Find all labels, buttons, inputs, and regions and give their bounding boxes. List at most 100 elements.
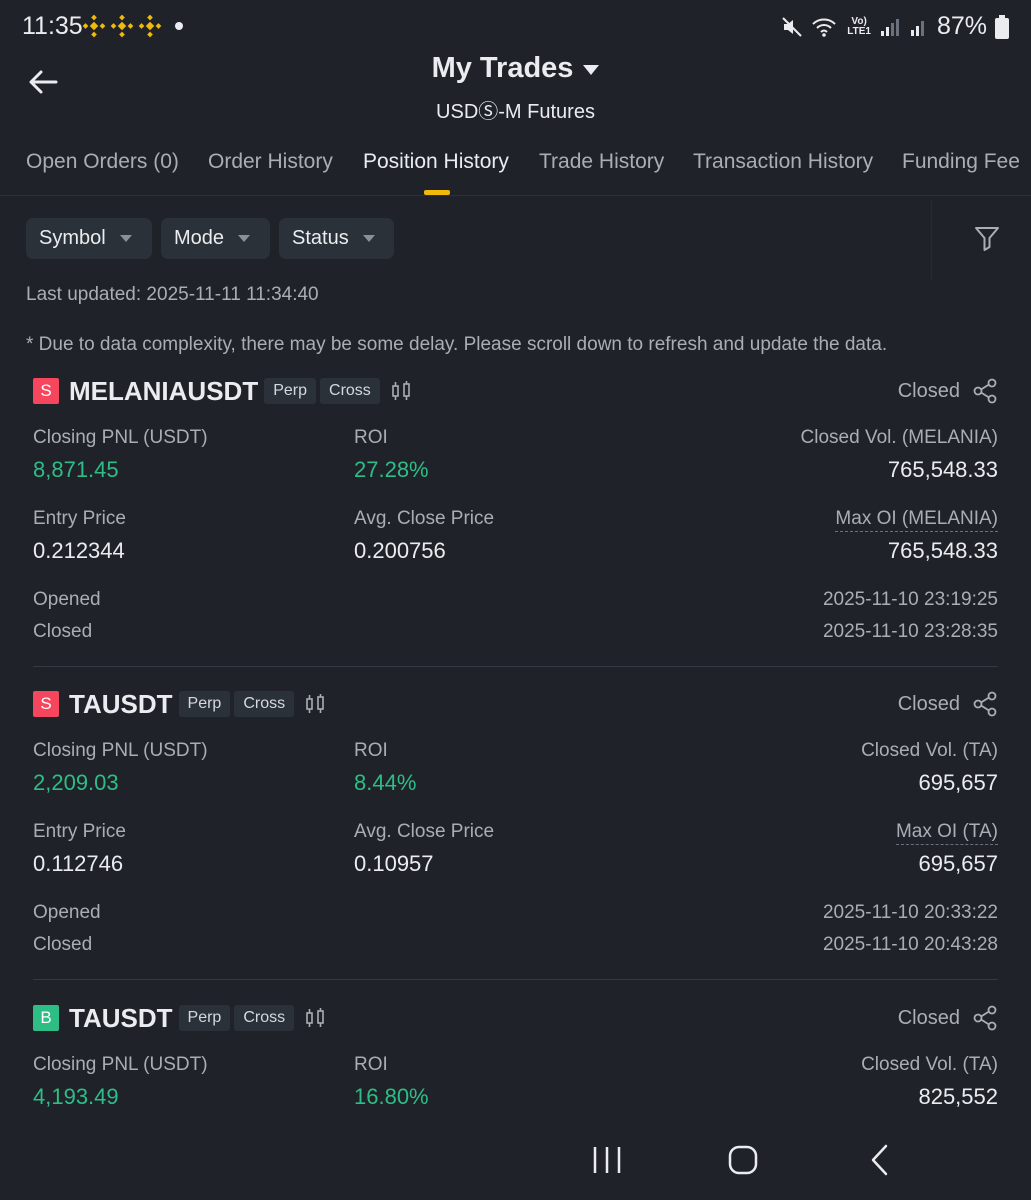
- closed-label: Closed: [33, 934, 93, 955]
- home-icon[interactable]: [721, 1138, 765, 1182]
- mute-icon: [782, 16, 802, 37]
- max-oi-value: 695,657: [918, 851, 998, 876]
- tab-funding-fee[interactable]: Funding Fee: [902, 150, 1020, 174]
- closed-time: 2025-11-10 23:28:35: [822, 621, 998, 642]
- tab-open-orders[interactable]: Open Orders (0): [26, 150, 179, 174]
- side-badge: S: [33, 378, 59, 404]
- perp-tag: Perp: [264, 378, 317, 404]
- caret-down-icon: [362, 235, 375, 242]
- card-header: S TAUSDT Perp Cross: [33, 688, 326, 720]
- tab-position-history[interactable]: Position History: [363, 150, 509, 174]
- battery-icon: [995, 14, 1009, 39]
- pnl-value: 2,209.03: [33, 770, 119, 795]
- opened-label: Opened: [33, 902, 101, 923]
- max-oi-label-text: Max OI (TA): [895, 821, 998, 845]
- status-label: Closed: [897, 379, 960, 402]
- status-time: 11:35: [22, 12, 83, 40]
- filter-icon[interactable]: [973, 224, 1001, 252]
- mode-filter[interactable]: Mode: [161, 218, 270, 259]
- max-oi-label-text: Max OI (MELANIA): [835, 508, 998, 532]
- position-card[interactable]: S MELANIAUSDT Perp Cross Closed Closing …: [33, 375, 998, 655]
- candlestick-chart-icon[interactable]: [304, 693, 326, 715]
- symbol-name[interactable]: MELANIAUSDT: [69, 376, 258, 407]
- tab-bar: Open Orders (0) Order History Position H…: [0, 140, 1031, 196]
- pnl-label: Closing PNL (USDT): [33, 740, 208, 761]
- signal-icon: [880, 18, 899, 36]
- closed-vol-label: Closed Vol. (TA): [861, 740, 998, 761]
- system-nav-bar: [0, 1120, 1031, 1200]
- share-icon[interactable]: [972, 691, 998, 717]
- symbol-name[interactable]: TAUSDT: [69, 1003, 173, 1034]
- divider: [33, 979, 998, 980]
- symbol-name[interactable]: TAUSDT: [69, 689, 173, 720]
- roi-value: 16.80%: [354, 1084, 429, 1109]
- opened-time: 2025-11-10 20:33:22: [822, 902, 998, 923]
- back-icon[interactable]: [858, 1138, 902, 1182]
- cross-tag: Cross: [320, 378, 380, 404]
- wifi-icon: [812, 18, 836, 37]
- network-label: Vo) LTE1: [847, 15, 871, 37]
- cross-tag: Cross: [234, 1005, 295, 1031]
- card-status: Closed: [898, 1002, 998, 1034]
- roi-label: ROI: [354, 427, 388, 448]
- closed-label: Closed: [33, 621, 93, 642]
- symbol-filter-label: Symbol: [39, 227, 106, 249]
- status-filter[interactable]: Status: [279, 218, 394, 259]
- status-bar: 11:35 Vo) LTE1 87%: [0, 0, 1031, 54]
- entry-price-value: 0.112746: [33, 851, 124, 876]
- notification-icons: [82, 14, 162, 38]
- closed-vol-value: 765,548.33: [887, 457, 998, 482]
- binance-icon: [138, 14, 162, 38]
- roi-label: ROI: [354, 1054, 388, 1075]
- position-card[interactable]: B TAUSDT Perp Cross Closed Closing PNL (…: [33, 1002, 998, 1120]
- caret-down-icon: [238, 235, 251, 242]
- entry-price-label: Entry Price: [33, 821, 126, 842]
- roi-label: ROI: [354, 740, 388, 761]
- avg-close-label: Avg. Close Price: [354, 821, 495, 842]
- divider: [931, 200, 932, 280]
- share-icon[interactable]: [972, 378, 998, 404]
- tab-trade-history[interactable]: Trade History: [539, 150, 664, 174]
- header: My Trades USDⓈ-M Futures: [0, 52, 1031, 124]
- binance-icon: [110, 14, 134, 38]
- battery-percent: 87%: [936, 12, 987, 40]
- cross-tag: Cross: [234, 691, 295, 717]
- opened-time: 2025-11-10 23:19:25: [822, 589, 998, 610]
- entry-price-value: 0.212344: [33, 538, 125, 563]
- recent-apps-icon[interactable]: [585, 1138, 629, 1182]
- page-subtitle: USDⓈ-M Futures: [436, 101, 595, 123]
- entry-price-label: Entry Price: [33, 508, 126, 529]
- status-label: Closed: [897, 692, 960, 715]
- pnl-value: 4,193.49: [33, 1084, 119, 1109]
- max-oi-label[interactable]: Max OI (TA): [895, 821, 998, 845]
- caret-down-icon: [583, 64, 600, 75]
- closed-vol-value: 695,657: [918, 770, 998, 795]
- tab-transaction-history[interactable]: Transaction History: [693, 150, 873, 174]
- card-header: S MELANIAUSDT Perp Cross: [33, 375, 412, 407]
- closed-time: 2025-11-10 20:43:28: [822, 934, 998, 955]
- candlestick-chart-icon[interactable]: [390, 380, 412, 402]
- avg-close-value: 0.200756: [354, 538, 446, 563]
- pnl-value: 8,871.45: [33, 457, 119, 482]
- position-card[interactable]: S TAUSDT Perp Cross Closed Closing PNL (…: [33, 688, 998, 968]
- card-header: B TAUSDT Perp Cross: [33, 1002, 326, 1034]
- avg-close-label: Avg. Close Price: [354, 508, 495, 529]
- closed-vol-label: Closed Vol. (TA): [861, 1054, 998, 1075]
- roi-value: 27.28%: [354, 457, 429, 482]
- max-oi-label[interactable]: Max OI (MELANIA): [835, 508, 998, 532]
- closed-vol-label: Closed Vol. (MELANIA): [800, 427, 998, 448]
- divider: [33, 666, 998, 667]
- status-right: Vo) LTE1 87%: [781, 12, 1009, 41]
- avg-close-value: 0.10957: [354, 851, 434, 876]
- screen: 11:35 Vo) LTE1 87% My Trades USDⓈ-M Futur…: [0, 0, 1031, 1200]
- title-dropdown[interactable]: My Trades: [432, 52, 600, 85]
- tab-order-history[interactable]: Order History: [208, 150, 333, 174]
- closed-vol-value: 825,552: [918, 1084, 998, 1109]
- share-icon[interactable]: [972, 1005, 998, 1031]
- symbol-filter[interactable]: Symbol: [26, 218, 152, 259]
- signal-2-icon: [910, 20, 924, 36]
- candlestick-chart-icon[interactable]: [304, 1007, 326, 1029]
- side-badge: S: [33, 691, 59, 717]
- delay-notice: * Due to data complexity, there may be s…: [26, 334, 888, 355]
- status-filter-label: Status: [292, 227, 349, 249]
